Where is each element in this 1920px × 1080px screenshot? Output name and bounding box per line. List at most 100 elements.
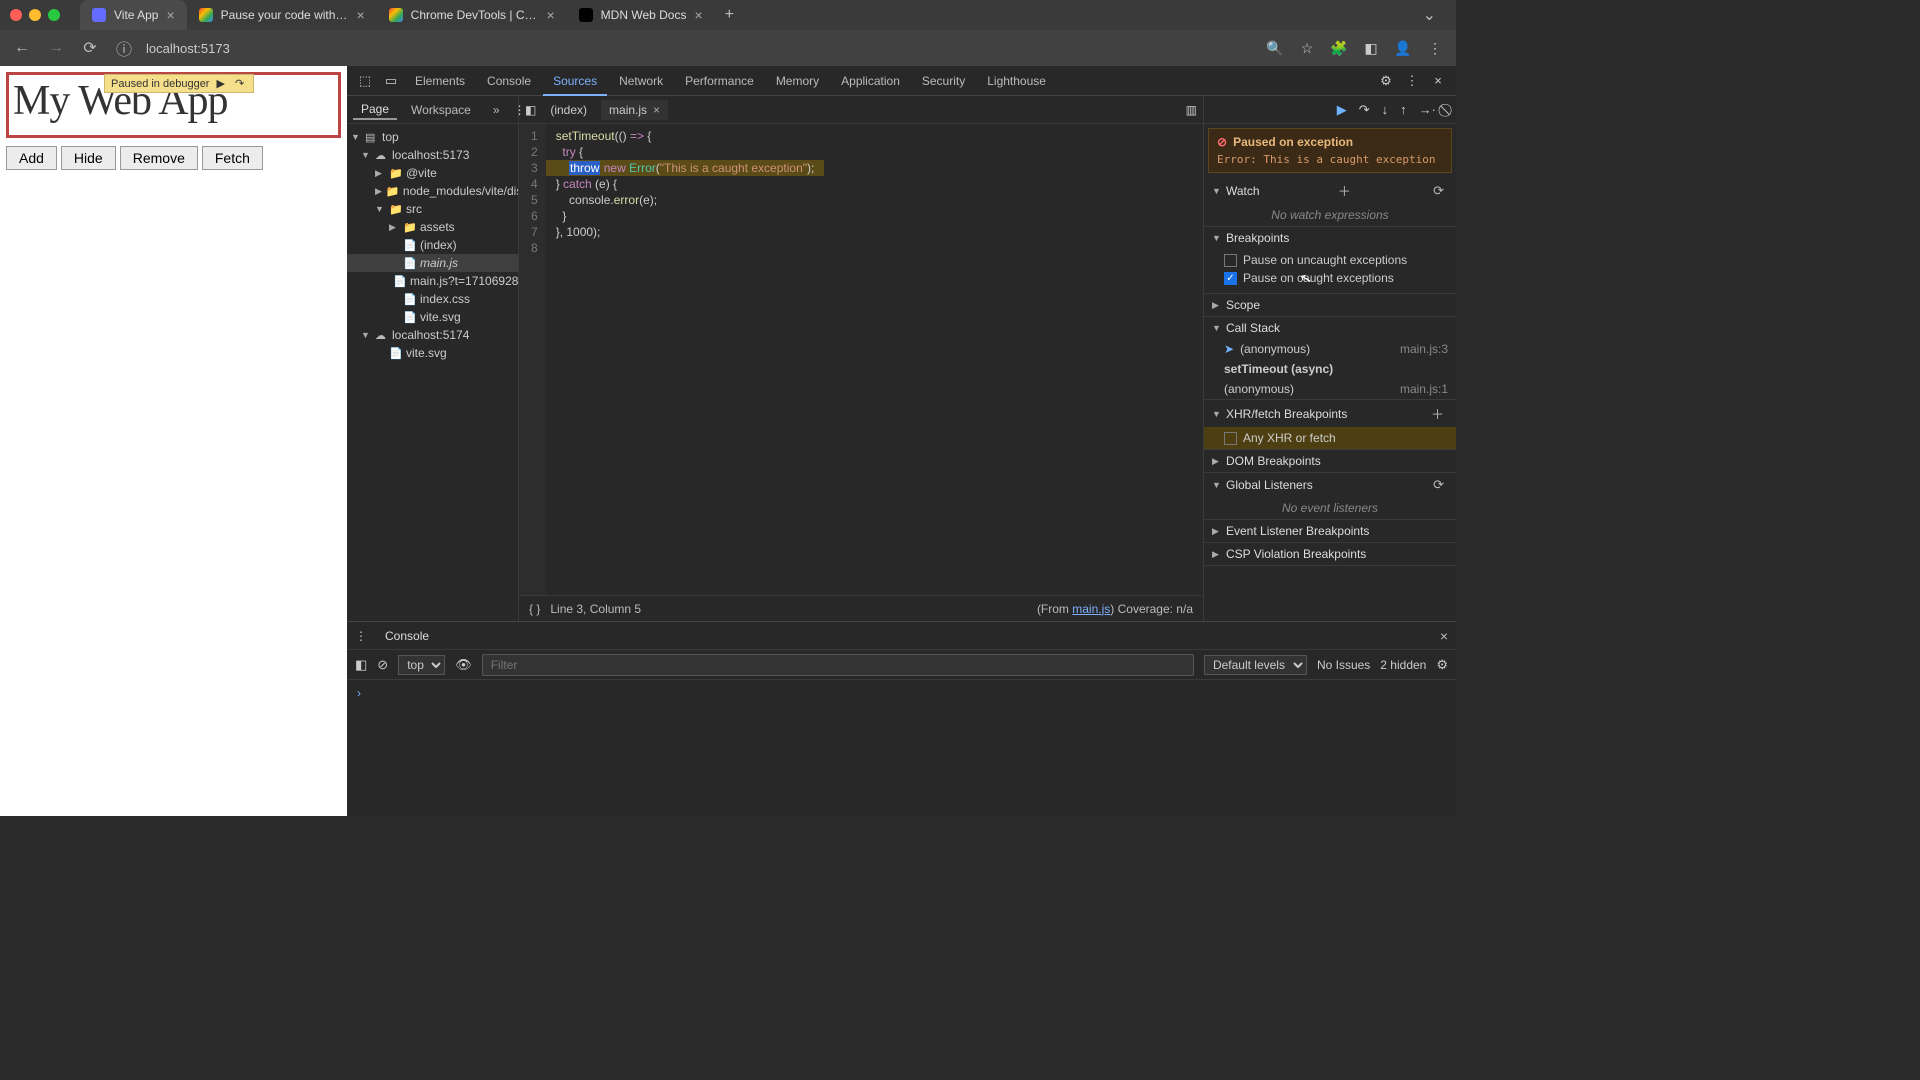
tab-network[interactable]: Network: [609, 66, 673, 96]
pause-caught-row[interactable]: ✓Pause on caught exceptions: [1224, 269, 1448, 287]
step-into-icon[interactable]: ↓: [1382, 102, 1389, 117]
add-xhr-icon[interactable]: ＋: [1427, 404, 1448, 423]
settings-icon[interactable]: ⚙: [1374, 73, 1398, 89]
refresh-watch-icon[interactable]: ⟳: [1429, 183, 1448, 199]
tree-folder-vite[interactable]: ▶📁@vite: [347, 164, 518, 182]
back-button[interactable]: ←: [10, 39, 34, 57]
close-devtools-icon[interactable]: ×: [1426, 73, 1450, 88]
resume-icon[interactable]: ▶: [213, 77, 227, 90]
profile-icon[interactable]: 👤: [1392, 40, 1414, 57]
tab-security[interactable]: Security: [912, 66, 975, 96]
checkbox-unchecked-icon[interactable]: [1224, 254, 1237, 267]
global-listeners-header[interactable]: ▼Global Listeners⟳: [1204, 473, 1456, 497]
xhr-header[interactable]: ▼XHR/fetch Breakpoints＋: [1204, 400, 1456, 427]
step-over-icon[interactable]: ↷: [1359, 102, 1370, 118]
tab-performance[interactable]: Performance: [675, 66, 764, 96]
remove-button[interactable]: Remove: [120, 146, 198, 170]
extensions-icon[interactable]: 🧩: [1328, 40, 1350, 57]
tab-elements[interactable]: Elements: [405, 66, 475, 96]
console-filter-input[interactable]: [482, 654, 1194, 676]
tabs-dropdown-icon[interactable]: ⌄: [1413, 5, 1446, 25]
csp-bp-header[interactable]: ▶CSP Violation Breakpoints: [1204, 543, 1456, 565]
watch-header[interactable]: ▼Watch＋⟳: [1204, 177, 1456, 204]
close-tab-icon[interactable]: ×: [546, 7, 554, 23]
scope-header[interactable]: ▶Scope: [1204, 294, 1456, 316]
new-tab-button[interactable]: +: [715, 6, 744, 24]
tree-file-vitesvg2[interactable]: 📄vite.svg: [347, 344, 518, 362]
nav-tab-more[interactable]: »: [485, 101, 508, 119]
hidden-label[interactable]: 2 hidden: [1380, 658, 1426, 672]
editor-more-icon[interactable]: ▥: [1186, 103, 1197, 117]
step-out-icon[interactable]: ↑: [1400, 102, 1407, 117]
hide-button[interactable]: Hide: [61, 146, 116, 170]
tree-folder-src[interactable]: ▼📁src: [347, 200, 518, 218]
fetch-button[interactable]: Fetch: [202, 146, 263, 170]
pretty-print-icon[interactable]: { }: [529, 602, 540, 616]
tab-memory[interactable]: Memory: [766, 66, 829, 96]
tree-top[interactable]: ▼▤top: [347, 128, 518, 146]
side-panel-icon[interactable]: ◧: [1360, 40, 1382, 57]
close-tab-icon[interactable]: ×: [166, 7, 174, 23]
stack-frame-current[interactable]: ➤(anonymous)main.js:3: [1204, 339, 1456, 359]
editor-tab-index[interactable]: (index): [542, 100, 595, 120]
close-tab-icon[interactable]: ×: [356, 7, 364, 23]
close-window-icon[interactable]: [10, 9, 22, 21]
step-icon[interactable]: ↷: [232, 77, 247, 90]
tree-file-main[interactable]: 📄main.js: [347, 254, 518, 272]
any-xhr-row[interactable]: Any XHR or fetch: [1204, 427, 1456, 449]
bookmark-icon[interactable]: ☆: [1296, 40, 1318, 57]
nav-tab-page[interactable]: Page: [353, 100, 397, 120]
callstack-header[interactable]: ▼Call Stack: [1204, 317, 1456, 339]
close-tab-icon[interactable]: ×: [694, 7, 702, 23]
tab-application[interactable]: Application: [831, 66, 910, 96]
tab-lighthouse[interactable]: Lighthouse: [977, 66, 1056, 96]
dom-bp-header[interactable]: ▶DOM Breakpoints: [1204, 450, 1456, 472]
event-listener-bp-header[interactable]: ▶Event Listener Breakpoints: [1204, 520, 1456, 542]
close-drawer-icon[interactable]: ×: [1440, 628, 1448, 644]
stack-frame[interactable]: (anonymous)main.js:1: [1204, 379, 1456, 399]
checkbox-checked-icon[interactable]: ✓: [1224, 272, 1237, 285]
tree-file-vitesvg[interactable]: 📄vite.svg: [347, 308, 518, 326]
device-toolbar-icon[interactable]: ▭: [379, 73, 403, 89]
tree-file-index[interactable]: 📄(index): [347, 236, 518, 254]
live-expression-icon[interactable]: 👁: [455, 657, 472, 673]
add-button[interactable]: Add: [6, 146, 57, 170]
drawer-more-icon[interactable]: ⋮: [355, 629, 367, 643]
drawer-tab-console[interactable]: Console: [377, 626, 437, 646]
console-body[interactable]: ›: [347, 680, 1456, 816]
close-tab-icon[interactable]: ×: [653, 103, 660, 117]
code-editor[interactable]: 12345678 setTimeout(() => { try { throw …: [519, 124, 1203, 595]
context-select[interactable]: top: [398, 655, 445, 675]
tree-file-indexcss[interactable]: 📄index.css: [347, 290, 518, 308]
more-icon[interactable]: ⋮: [1400, 73, 1424, 89]
tree-folder-nodemodules[interactable]: ▶📁node_modules/vite/dis: [347, 182, 518, 200]
nav-tab-workspace[interactable]: Workspace: [403, 101, 479, 119]
maximize-window-icon[interactable]: [48, 9, 60, 21]
zoom-icon[interactable]: 🔍: [1264, 40, 1286, 57]
tab-sources[interactable]: Sources: [543, 66, 607, 96]
tree-host-2[interactable]: ▼☁localhost:5174: [347, 326, 518, 344]
address-field[interactable]: localhost:5173: [146, 41, 1254, 56]
refresh-listeners-icon[interactable]: ⟳: [1429, 477, 1448, 493]
browser-tab[interactable]: MDN Web Docs ×: [567, 0, 715, 30]
source-link[interactable]: main.js: [1072, 602, 1110, 616]
pause-uncaught-row[interactable]: Pause on uncaught exceptions: [1224, 251, 1448, 269]
tree-file-main-ts[interactable]: 📄main.js?t=1710692856: [347, 272, 518, 290]
breakpoints-header[interactable]: ▼Breakpoints: [1204, 227, 1456, 249]
editor-tab-main[interactable]: main.js×: [601, 100, 668, 120]
issues-label[interactable]: No Issues: [1317, 658, 1370, 672]
clear-console-icon[interactable]: ⊘: [377, 657, 388, 673]
minimize-window-icon[interactable]: [29, 9, 41, 21]
add-watch-icon[interactable]: ＋: [1334, 181, 1355, 200]
browser-tab[interactable]: Pause your code with breakp ×: [187, 0, 377, 30]
site-info-icon[interactable]: ⓘ: [112, 36, 136, 60]
browser-tab-vite[interactable]: Vite App ×: [80, 0, 187, 30]
tree-folder-assets[interactable]: ▶📁assets: [347, 218, 518, 236]
forward-button[interactable]: →: [44, 39, 68, 57]
checkbox-unchecked-icon[interactable]: [1224, 432, 1237, 445]
tree-host[interactable]: ▼☁localhost:5173: [347, 146, 518, 164]
inspect-element-icon[interactable]: ⬚: [353, 73, 377, 89]
console-settings-icon[interactable]: ⚙: [1436, 657, 1448, 673]
step-icon[interactable]: →·: [1419, 102, 1436, 117]
tab-console[interactable]: Console: [477, 66, 541, 96]
